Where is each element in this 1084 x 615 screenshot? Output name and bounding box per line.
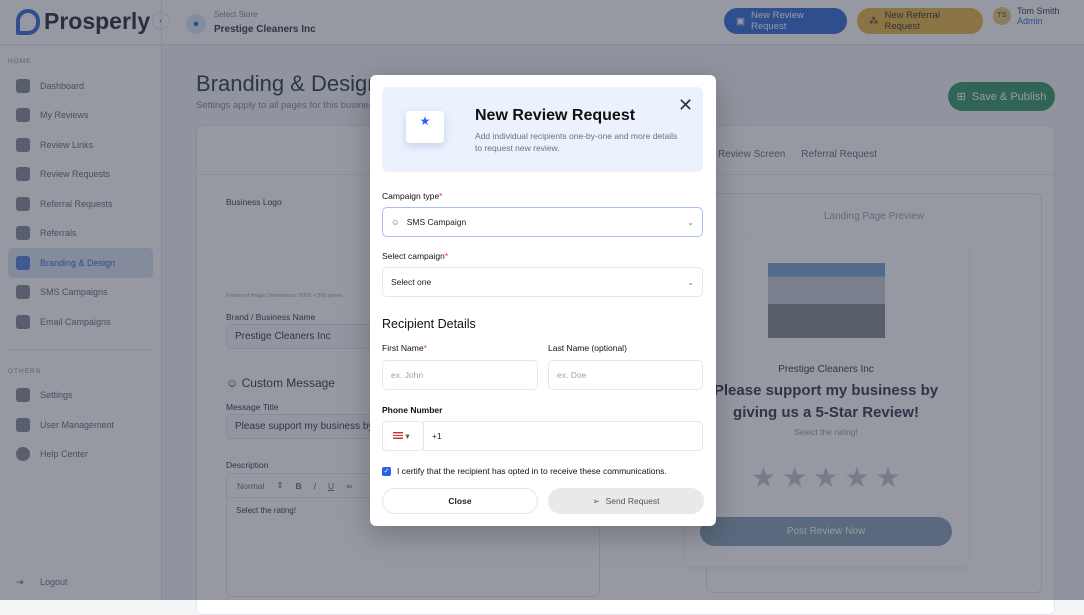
chevron-down-icon: ⌄ (687, 277, 694, 287)
phone-number-label: Phone Number (382, 405, 443, 415)
certify-text: I certify that the recipient has opted i… (397, 466, 667, 476)
required-mark: * (423, 343, 427, 353)
modal-subtitle: Add individual recipients one-by-one and… (475, 131, 678, 153)
send-request-button[interactable]: ➢ Send Request (548, 488, 704, 514)
selected-value: Select one (391, 277, 432, 287)
send-icon: ➢ (592, 495, 600, 506)
select-campaign-label: Select campaign* (382, 251, 448, 261)
envelope-star-icon: ★ (406, 111, 444, 143)
first-name-label: First Name* (382, 343, 427, 353)
close-label: Close (448, 496, 472, 506)
certify-checkbox[interactable]: ✓ (382, 466, 391, 476)
last-name-label: Last Name (optional) (548, 343, 627, 353)
country-code-select[interactable]: ▾ (382, 421, 424, 451)
send-label: Send Request (605, 496, 660, 506)
selected-value: SMS Campaign (406, 217, 467, 227)
modal-header: ★ New Review Request Add individual reci… (382, 87, 703, 172)
required-mark: * (439, 191, 443, 201)
first-name-input[interactable]: ex. John (382, 360, 538, 390)
close-button[interactable]: Close (382, 488, 538, 514)
select-campaign-select[interactable]: Select one ⌄ (382, 267, 703, 297)
chevron-down-icon: ⌄ (687, 217, 694, 227)
campaign-type-select[interactable]: ☺ SMS Campaign ⌄ (382, 207, 703, 237)
campaign-type-label: Campaign type* (382, 191, 442, 201)
phone-number-input[interactable]: +1 (423, 421, 703, 451)
certify-row: ✓ I certify that the recipient has opted … (382, 466, 667, 476)
recipient-details-heading: Recipient Details (382, 317, 476, 331)
close-icon[interactable]: ✕ (678, 95, 693, 116)
us-flag-icon (393, 432, 403, 439)
modal-title: New Review Request (475, 107, 636, 124)
required-mark: * (444, 251, 449, 261)
chat-icon: ☺ (391, 217, 400, 227)
label: Select campaign (382, 251, 445, 261)
new-review-request-modal: ★ New Review Request Add individual reci… (370, 75, 716, 526)
last-name-input[interactable]: ex. Doe (548, 360, 703, 390)
label: First Name (382, 343, 424, 353)
label: Campaign type (382, 191, 440, 201)
